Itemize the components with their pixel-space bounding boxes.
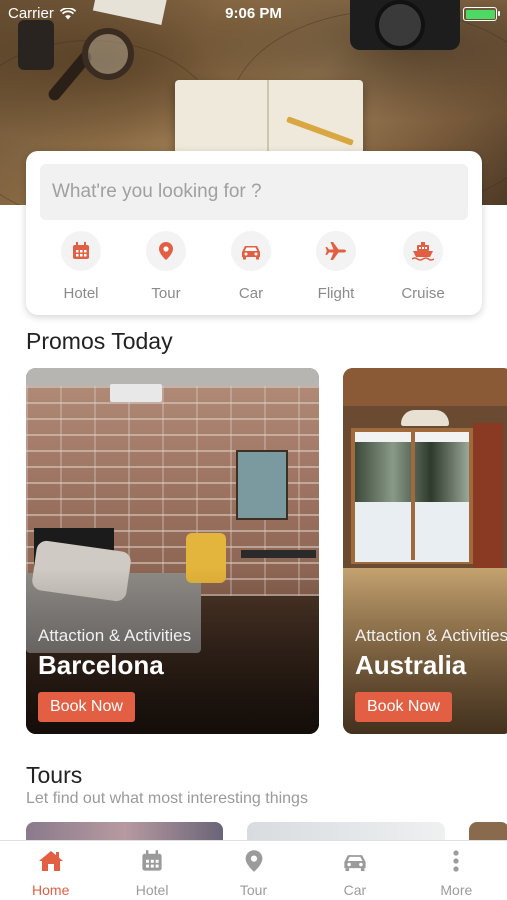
category-row: Hotel Tour Car Flight Cruise (26, 231, 482, 303)
ship-icon (403, 231, 443, 271)
status-time: 9:06 PM (225, 5, 282, 22)
promo-tag: Attaction & Activities (355, 626, 507, 645)
tab-label: Tour (239, 882, 268, 898)
category-label: Car (238, 285, 264, 302)
car-icon (231, 231, 271, 271)
map-pin-icon (245, 850, 262, 872)
app-screen: Carrier 9:06 PM Hotel Tour (0, 0, 507, 900)
tab-label: More (440, 882, 473, 898)
category-label: Flight (317, 285, 355, 302)
category-cruise[interactable]: Cruise (383, 231, 463, 302)
tab-tour[interactable]: Tour (203, 841, 304, 900)
tours-subtitle: Let find out what most interesting thing… (26, 790, 308, 807)
promo-city: Barcelona (38, 650, 164, 680)
calendar-icon (142, 850, 162, 871)
status-bar: Carrier 9:06 PM (0, 0, 507, 28)
search-card: Hotel Tour Car Flight (26, 151, 482, 315)
battery-icon (463, 7, 500, 21)
promos-title: Promos Today (26, 328, 173, 354)
book-now-button[interactable]: Book Now (38, 692, 135, 722)
calendar-icon (61, 231, 101, 271)
car-icon (344, 855, 366, 872)
tab-more[interactable]: More (406, 841, 507, 900)
book-now-button[interactable]: Book Now (355, 692, 452, 722)
category-car[interactable]: Car (211, 231, 291, 302)
home-icon (38, 851, 63, 871)
tab-home[interactable]: Home (0, 841, 101, 900)
promo-tag: Attaction & Activities (38, 626, 192, 645)
map-pin-icon (146, 231, 186, 271)
tab-label: Home (32, 882, 70, 898)
category-label: Cruise (401, 285, 445, 302)
tab-label: Hotel (135, 882, 169, 898)
tab-hotel[interactable]: Hotel (101, 841, 202, 900)
category-label: Hotel (63, 285, 99, 302)
more-icon (453, 850, 459, 872)
category-hotel[interactable]: Hotel (41, 231, 121, 302)
promo-city: Australia (355, 650, 467, 680)
promo-card-barcelona[interactable]: Attaction & Activities Barcelona Book No… (26, 368, 319, 734)
promo-card-australia[interactable]: Attaction & Activities Australia Book No… (343, 368, 507, 734)
category-label: Tour (151, 285, 181, 302)
tab-label: Car (343, 882, 367, 898)
search-input[interactable] (40, 164, 468, 220)
tab-car[interactable]: Car (304, 841, 405, 900)
tab-bar: Home Hotel Tour Car More (0, 840, 507, 900)
tours-title: Tours (26, 762, 83, 788)
category-tour[interactable]: Tour (126, 231, 206, 302)
category-flight[interactable]: Flight (296, 231, 376, 302)
airplane-icon (316, 231, 356, 271)
